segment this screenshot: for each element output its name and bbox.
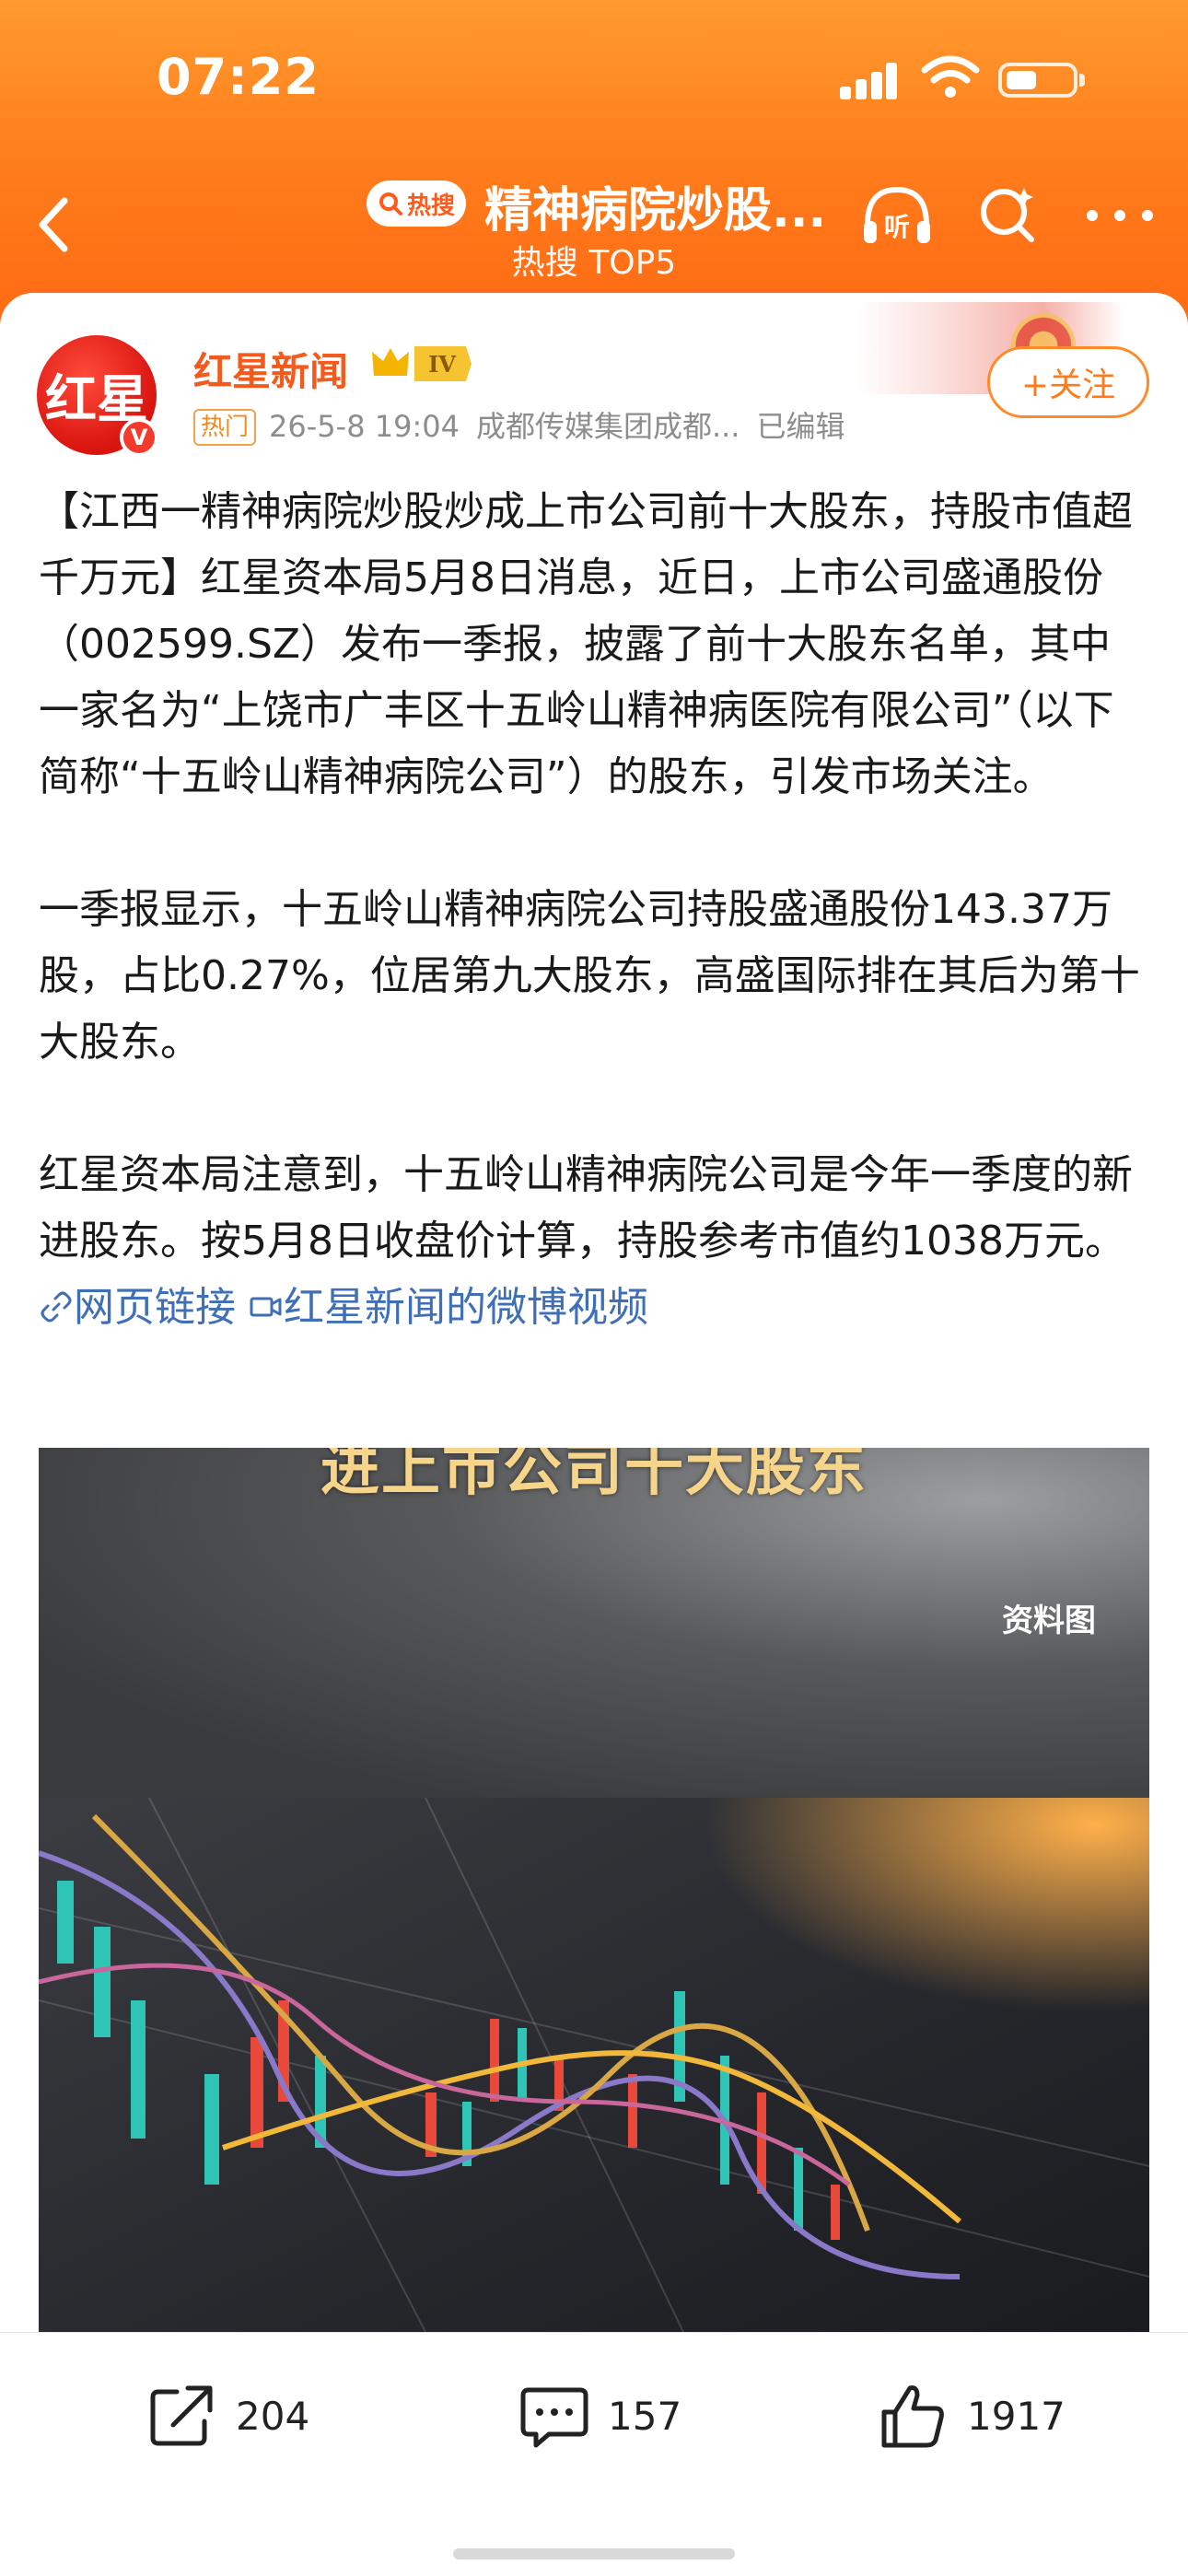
post-body: 【江西一精神病院炒股炒成上市公司前十大股东，持股市值超千万元】红星资本局5月8日… [39,479,1144,1341]
like-count: 1917 [967,2393,1066,2439]
like-icon [881,2385,944,2448]
status-bar: 07:22 [0,0,1188,157]
wifi-icon [921,55,980,98]
like-button[interactable]: 1917 [877,2379,1066,2453]
post-paragraph-3-text: 红星资本局注意到，十五岭山精神病院公司是今年一季度的新进股东。按5月8日收盘价计… [39,1151,1133,1265]
hot-badge-label: 热搜 [406,192,455,220]
more-icon[interactable] [1083,204,1157,227]
comment-count: 157 [608,2393,682,2439]
page-title: 精神病院炒股... [484,183,827,239]
signal-icon [840,63,897,99]
post-meta: 热门 26-5-8 19:04 成都传媒集团成都... 已编辑 [193,403,844,446]
status-time: 07:22 [157,48,320,106]
post-paragraph-1: 【江西一精神病院炒股炒成上市公司前十大股东，持股市值超千万元】红星资本局5月8日… [39,488,1133,800]
post-source: 成都传媒集团成都... [475,409,740,444]
search-button[interactable] [976,179,1041,252]
crown-level-icon: IV [372,346,472,381]
post-time: 26-5-8 19:04 [269,409,460,444]
search-icon [379,192,402,216]
link-icon [41,1291,72,1323]
listen-button[interactable]: 听 [858,179,936,256]
author-name[interactable]: 红星新闻 [193,341,348,397]
image-caption: 进上市公司十大股东 [320,1448,868,1504]
home-indicator [453,2548,735,2559]
nav-bar: 热搜 精神病院炒股... 热搜 TOP5 听 [0,157,1188,295]
post-paragraph-3: 红星资本局注意到，十五岭山精神病院公司是今年一季度的新进股东。按5月8日收盘价计… [39,1142,1144,1341]
bottom-action-bar: 204 157 1917 [0,2332,1188,2576]
video-icon [250,1297,282,1317]
verified-icon: V [120,418,158,457]
battery-icon [998,63,1085,98]
post-paragraph-2: 一季报显示，十五岭山精神病院公司持股盛通股份143.37万股，占比0.27%，位… [39,886,1140,1066]
hot-tag: 热门 [193,409,257,446]
follow-button[interactable]: +关注 [987,346,1149,418]
video-link-label: 红星新闻的微博视频 [284,1284,648,1331]
comment-icon [520,2387,588,2448]
comment-button[interactable]: 157 [518,2379,681,2453]
svg-text:听: 听 [884,212,910,242]
hot-search-badge: 热搜 [367,181,466,227]
post-image[interactable]: 进上市公司十大股东 资料图 [39,1448,1149,2332]
level-badge-text: IV [428,351,456,378]
video-link[interactable]: 红星新闻的微博视频 [249,1284,648,1331]
web-link[interactable]: 网页链接 [39,1284,236,1331]
edited-label: 已编辑 [756,409,845,444]
share-button[interactable]: 204 [146,2379,309,2453]
share-count: 204 [236,2393,310,2439]
share-icon [150,2385,213,2446]
web-link-label: 网页链接 [74,1284,236,1331]
stock-chart-illustration [39,1798,1149,2332]
image-tag: 资料图 [1002,1603,1096,1639]
